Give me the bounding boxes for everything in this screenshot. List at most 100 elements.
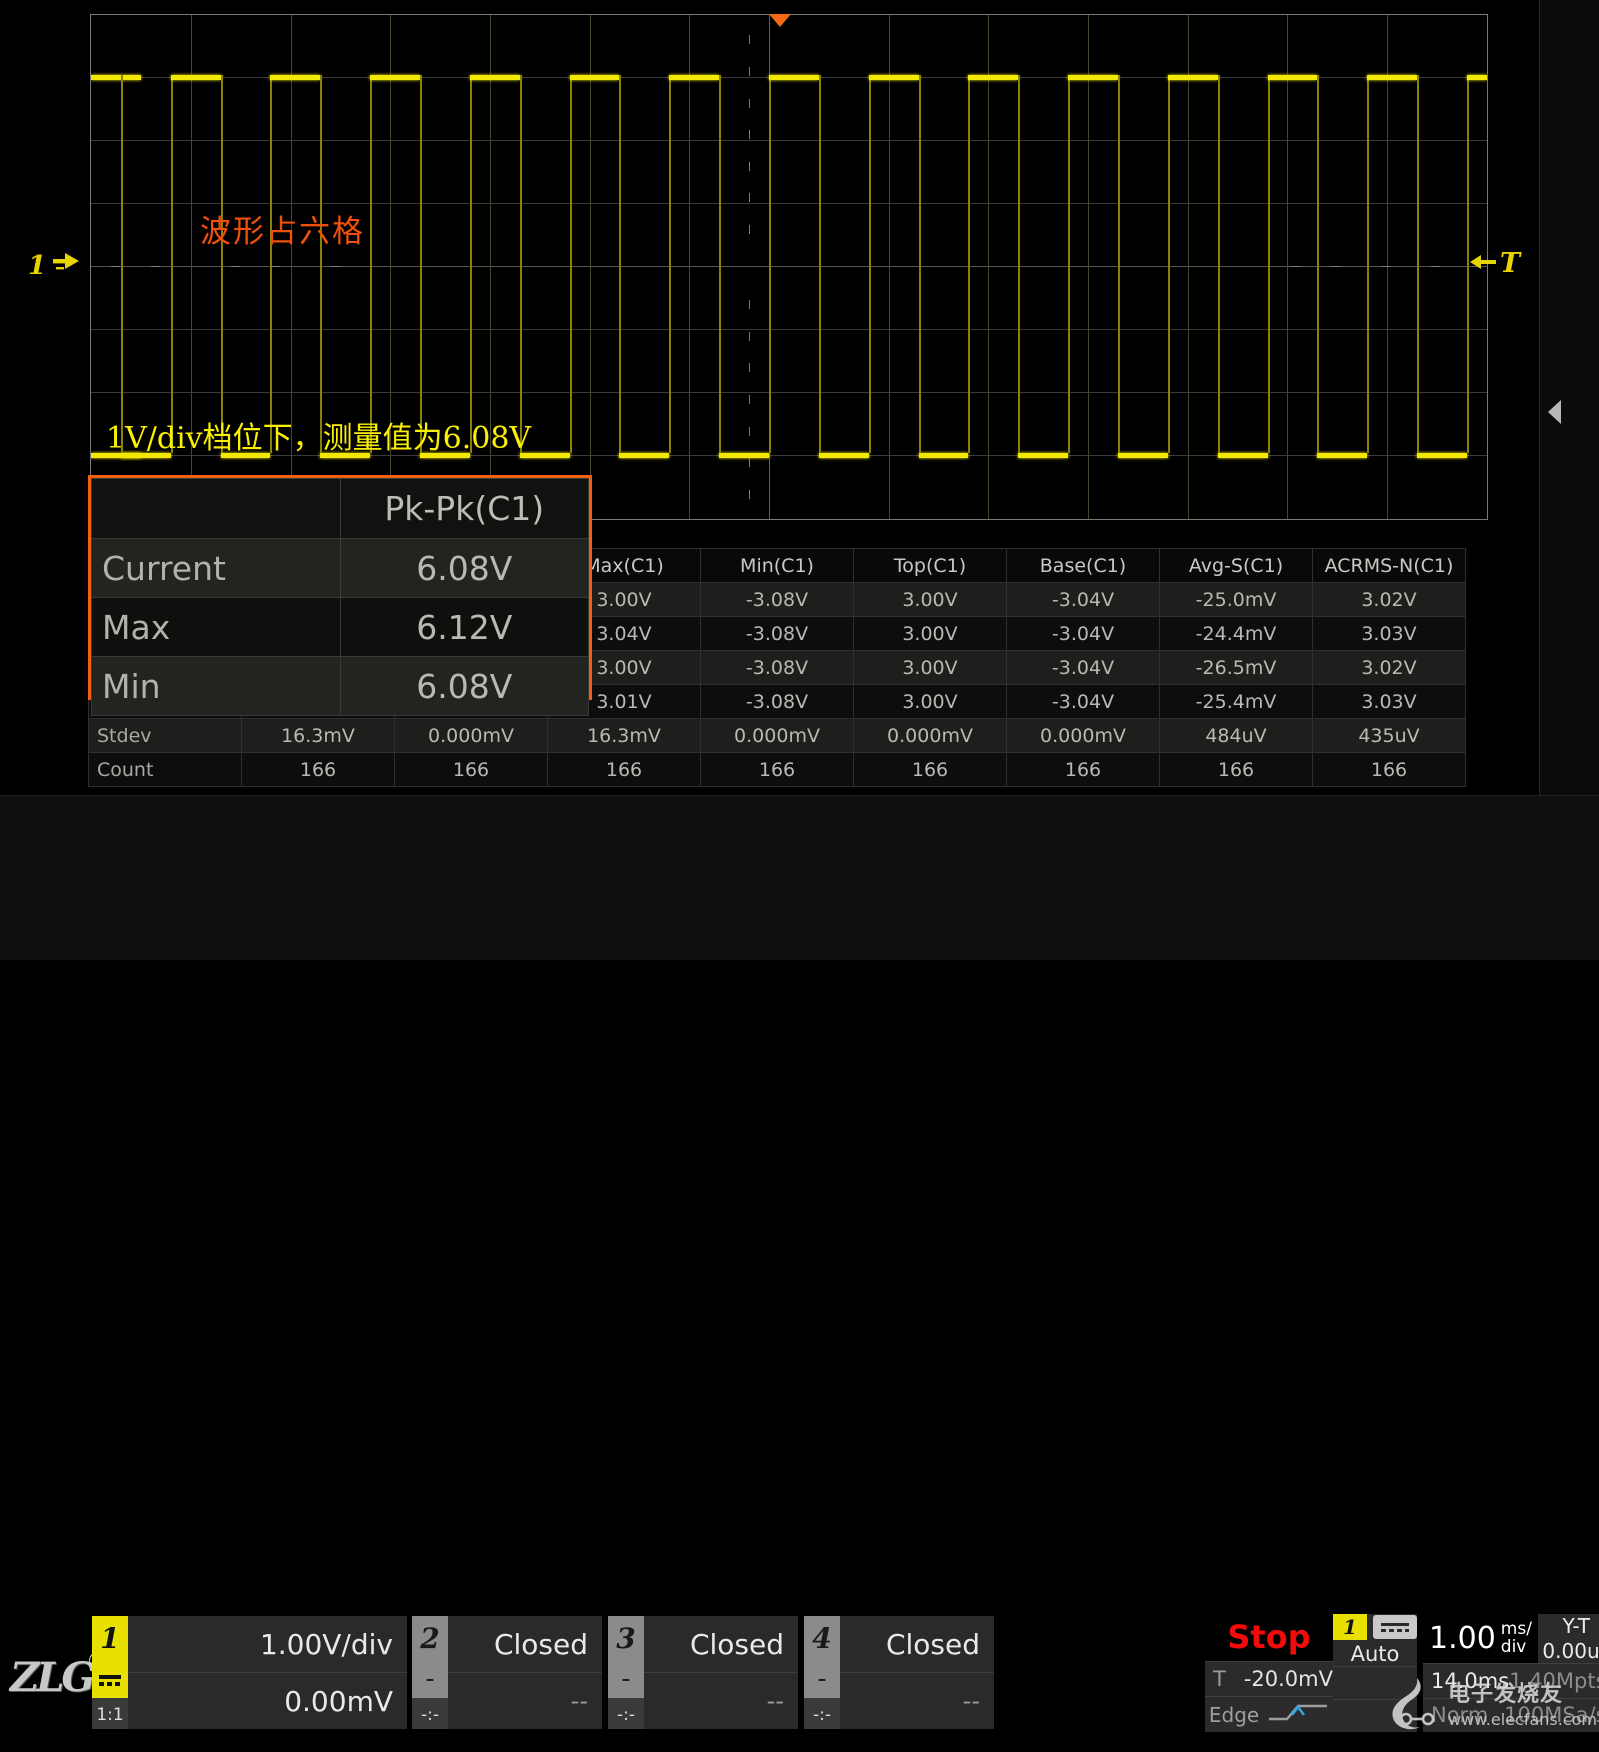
- channel-tag-4[interactable]: 4 - -:-: [804, 1616, 840, 1729]
- trigger-type-row[interactable]: Edge: [1205, 1696, 1333, 1732]
- trigger-source-panel[interactable]: 1 Auto: [1333, 1614, 1417, 1732]
- gridline-v: [1088, 15, 1089, 519]
- waveform-high-segment: [91, 75, 141, 80]
- collapse-panel-icon[interactable]: [1548, 400, 1561, 424]
- waveform-low-segment: [619, 453, 669, 458]
- waveform-low-segment: [919, 453, 969, 458]
- axis-tick: [749, 427, 750, 436]
- channel-tag-2[interactable]: 2 - -:-: [412, 1616, 448, 1729]
- waveform-rising-edge: [470, 75, 472, 453]
- waveform-rising-edge: [869, 75, 871, 453]
- waveform-display-area[interactable]: 1 T 波形占六格 1V/div档位下，测量值为6.08V: [0, 0, 1539, 795]
- waveform-high-segment: [869, 75, 919, 80]
- overlay-col-pkpk: Pk-Pk(C1): [340, 479, 589, 539]
- table-cell: 435uV: [1313, 719, 1466, 753]
- channel-panel-4[interactable]: 4 - -:- Closed --: [804, 1616, 994, 1729]
- table-cell: 166: [395, 753, 548, 787]
- trigger-marker-label: T: [1500, 248, 1520, 279]
- waveform-falling-edge: [221, 75, 223, 453]
- overlay-col-blank: [92, 479, 341, 539]
- channel-offset[interactable]: --: [448, 1673, 602, 1729]
- waveform-falling-edge: [520, 75, 522, 453]
- channel-scale[interactable]: Closed: [840, 1616, 994, 1673]
- channel-offset[interactable]: --: [644, 1673, 798, 1729]
- channel-scale[interactable]: 1.00V/div: [128, 1616, 407, 1673]
- channel-panel-2[interactable]: 2 - -:- Closed --: [412, 1616, 602, 1729]
- table-cell: -25.0mV: [1160, 583, 1313, 617]
- memory-row[interactable]: 14.0ms 1.40Mpts: [1423, 1663, 1599, 1698]
- display-mode-box[interactable]: Y-T 0.00us: [1538, 1614, 1599, 1663]
- axis-tick: [749, 300, 750, 309]
- table-cell: 3.03V: [1313, 617, 1466, 651]
- axis-tick: [331, 266, 340, 267]
- waveform-rising-edge: [1168, 75, 1170, 453]
- run-state-panel[interactable]: Stop T -20.0mV Edge: [1205, 1614, 1333, 1732]
- coupling-icon[interactable]: [92, 1662, 128, 1698]
- table-row[interactable]: Stdev16.3mV0.000mV16.3mV0.000mV0.000mV0.…: [89, 719, 1466, 753]
- waveform-low-segment: [1317, 453, 1367, 458]
- axis-tick: [749, 395, 750, 404]
- coupling-icon[interactable]: -: [804, 1662, 840, 1698]
- table-cell: 3.00V: [854, 583, 1007, 617]
- waveform-falling-edge: [719, 75, 721, 453]
- waveform-rising-edge: [1367, 75, 1369, 453]
- gridline-h: [91, 140, 1487, 141]
- axis-tick: [1331, 266, 1340, 267]
- trigger-level-marker[interactable]: T: [1468, 248, 1520, 279]
- probe-ratio: -:-: [608, 1698, 644, 1729]
- table-cell: 3.00V: [854, 651, 1007, 685]
- center-horizontal-axis: [91, 266, 1487, 267]
- axis-tick: [749, 193, 750, 202]
- overlay-row-max: Max 6.12V: [92, 598, 589, 657]
- channel-offset[interactable]: 0.00mV: [128, 1673, 407, 1729]
- pk-pk-highlight-overlay: Pk-Pk(C1) Current 6.08V Max 6.12V Min 6.…: [88, 475, 592, 700]
- trigger-source-box[interactable]: 1 Auto: [1333, 1614, 1417, 1666]
- table-cell: 166: [548, 753, 701, 787]
- run-state-box[interactable]: Stop: [1205, 1614, 1333, 1661]
- axis-tick: [1381, 266, 1390, 267]
- table-cell: -3.08V: [701, 617, 854, 651]
- table-row[interactable]: Count166166166166166166166166: [89, 753, 1466, 787]
- waveform-high-segment: [1467, 75, 1487, 80]
- channel-offset[interactable]: --: [840, 1673, 994, 1729]
- table-cell: -25.4mV: [1160, 685, 1313, 719]
- channel-1-ground-marker[interactable]: 1: [28, 249, 83, 282]
- table-cell: 3.02V: [1313, 651, 1466, 685]
- waveform-low-segment: [1417, 453, 1467, 458]
- channel-panel-3[interactable]: 3 - -:- Closed --: [608, 1616, 798, 1729]
- coupling-icon[interactable]: -: [412, 1662, 448, 1698]
- channel-scale[interactable]: Closed: [448, 1616, 602, 1673]
- overlay-row-value: 6.08V: [340, 657, 589, 716]
- table-cell: 0.000mV: [701, 719, 854, 753]
- channel-tag-3[interactable]: 3 - -:-: [608, 1616, 644, 1729]
- channel-scale[interactable]: Closed: [644, 1616, 798, 1673]
- waveform-high-segment: [270, 75, 320, 80]
- gridline-h: [91, 329, 1487, 330]
- trigger-level-row[interactable]: T -20.0mV: [1205, 1661, 1333, 1697]
- trigger-position-marker[interactable]: [769, 14, 791, 27]
- channel-tag-1[interactable]: 1 1:1: [92, 1616, 128, 1729]
- waveform-rising-edge: [270, 75, 272, 453]
- waveform-falling-edge: [1417, 75, 1419, 453]
- coupling-icon[interactable]: -: [608, 1662, 644, 1698]
- overlay-header-row: Pk-Pk(C1): [92, 479, 589, 539]
- axis-tick: [749, 130, 750, 139]
- overlay-row-min: Min 6.08V: [92, 657, 589, 716]
- table-cell: 3.02V: [1313, 583, 1466, 617]
- timebase-panel[interactable]: 1.00 ms/ div Y-T 0.00us 14.0ms 1.40Mpts: [1423, 1614, 1599, 1732]
- axis-tick: [749, 35, 750, 44]
- waveform-low-segment: [1018, 453, 1068, 458]
- table-cell: 3.00V: [854, 685, 1007, 719]
- channel-panel-1[interactable]: 1 1:1 1.00V/div 0.00mV: [92, 1616, 407, 1729]
- waveform-falling-edge: [1118, 75, 1120, 453]
- timebase-box[interactable]: 1.00 ms/ div: [1423, 1614, 1538, 1663]
- waveform-rising-edge: [1068, 75, 1070, 453]
- axis-tick: [749, 490, 750, 499]
- table-cell: 0.000mV: [1007, 719, 1160, 753]
- gridline-v: [1188, 15, 1189, 519]
- channel-marker-label: 1: [28, 251, 46, 281]
- acquisition-row[interactable]: Norm 100MSa/s: [1423, 1698, 1599, 1733]
- axis-tick: [749, 458, 750, 467]
- annotation-measurement-note: 1V/div档位下，测量值为6.08V: [106, 413, 531, 457]
- waveform-rising-edge: [171, 75, 173, 453]
